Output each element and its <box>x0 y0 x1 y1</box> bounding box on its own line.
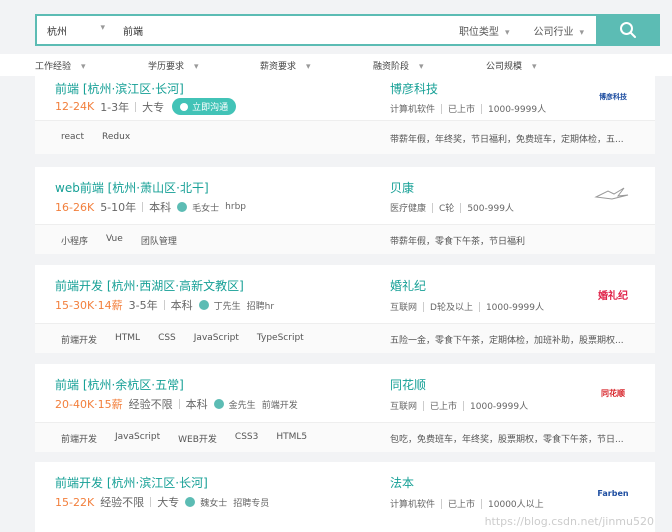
job-card[interactable]: 前端 [杭州·滨江区·长河] 12-24K 1-3年 大专 立即沟通 博彦科技 … <box>35 76 655 154</box>
city-value: 杭州 <box>47 26 67 38</box>
city-select[interactable]: 杭州 ▾ <box>37 23 115 38</box>
chevron-down-icon: ▾ <box>100 22 105 33</box>
company-logo[interactable]: 婚礼纪 <box>593 285 633 303</box>
hr-contact[interactable]: 金先生 前端开发 <box>213 398 298 411</box>
job-meta: 15-30K·14薪 3-5年 本科 丁先生 招聘hr <box>55 299 275 312</box>
salary: 16-26K <box>55 200 95 214</box>
job-title[interactable]: 前端 [杭州·余杭区·五常] <box>55 376 184 393</box>
job-meta: 20-40K·15薪 经验不限 本科 金先生 前端开发 <box>55 398 298 411</box>
chevron-down-icon: ▾ <box>306 62 311 72</box>
skill-tags: 前端开发 JavaScript WEB开发 CSS3 HTML5 <box>61 432 308 445</box>
benefits: 带薪年假，零食下午茶，节日福利 <box>390 237 526 247</box>
chat-icon <box>180 102 189 111</box>
job-title[interactable]: 前端开发 [杭州·滨江区·长河] <box>55 474 208 491</box>
company-info: 计算机软件 已上市 10000人以上 <box>390 498 544 510</box>
filter-company-size[interactable]: 公司规模 ▾ <box>486 59 537 72</box>
chevron-down-icon: ▾ <box>532 62 537 72</box>
skill-tags: 小程序 Vue 团队管理 <box>61 234 177 247</box>
avatar <box>177 202 188 212</box>
filter-salary[interactable]: 薪资要求 ▾ <box>260 59 311 72</box>
watermark: https://blog.csdn.net/jinmu520 <box>484 515 654 528</box>
chevron-down-icon: ▾ <box>419 62 424 72</box>
job-meta: 15-22K 经验不限 大专 魏女士 招聘专员 <box>55 495 270 510</box>
job-card[interactable]: web前端 [杭州·萧山区·北干] 16-26K 5-10年 本科 毛女士 hrb… <box>35 167 655 254</box>
avatar <box>213 399 224 409</box>
chevron-down-icon: ▾ <box>194 62 199 72</box>
job-title[interactable]: 前端开发 [杭州·西湖区·高新文教区] <box>55 277 244 294</box>
company-name[interactable]: 同花顺 <box>390 376 426 393</box>
company-name[interactable]: 贝康 <box>390 179 414 196</box>
filter-funding[interactable]: 融资阶段 ▾ <box>373 59 424 72</box>
hr-contact[interactable]: 毛女士 hrbp <box>177 201 246 214</box>
search-icon <box>620 22 636 38</box>
salary: 12-24K <box>55 100 95 113</box>
filter-row: 工作经验 ▾ 学历要求 ▾ 薪资要求 ▾ 融资阶段 ▾ 公司规模 ▾ <box>0 54 672 76</box>
bird-logo-icon <box>594 187 629 200</box>
company-logo[interactable]: 博彦科技 <box>593 88 633 106</box>
hr-contact[interactable]: 丁先生 招聘hr <box>198 299 274 312</box>
job-meta: 16-26K 5-10年 本科 毛女士 hrbp <box>55 200 247 215</box>
filter-experience[interactable]: 工作经验 ▾ <box>35 59 86 72</box>
skill-tags: 前端开发 HTML CSS JavaScript TypeScript <box>61 333 304 346</box>
benefits: 包吃，免费班车，年终奖，股票期权，零食下午茶，节日... <box>390 435 624 445</box>
company-logo[interactable]: 同花顺 <box>593 384 633 402</box>
chevron-down-icon: ▾ <box>579 27 584 38</box>
industry-dropdown[interactable]: 公司行业 ▾ <box>521 23 596 38</box>
job-card[interactable]: 前端开发 [杭州·西湖区·高新文教区] 15-30K·14薪 3-5年 本科 丁… <box>35 265 655 353</box>
job-card[interactable]: 前端 [杭州·余杭区·五常] 20-40K·15薪 经验不限 本科 金先生 前端开… <box>35 364 655 452</box>
company-info: 互联网 D轮及以上 1000-9999人 <box>390 301 545 313</box>
salary: 20-40K·15薪 <box>55 398 123 411</box>
job-meta: 12-24K 1-3年 大专 立即沟通 <box>55 98 237 115</box>
filter-education[interactable]: 学历要求 ▾ <box>148 59 199 72</box>
chevron-down-icon: ▾ <box>504 27 510 38</box>
search-bar: 杭州 ▾ 前端 职位类型 ▾ 公司行业 ▾ <box>35 14 660 46</box>
job-title[interactable]: 前端 [杭州·滨江区·长河] <box>55 80 184 97</box>
company-info: 计算机软件 已上市 1000-9999人 <box>390 103 547 115</box>
search-input[interactable]: 前端 <box>115 23 447 38</box>
avatar <box>198 300 209 310</box>
salary: 15-30K·14薪 <box>55 299 123 312</box>
hr-contact[interactable]: 魏女士 招聘专员 <box>185 496 269 509</box>
company-logo[interactable] <box>593 185 633 203</box>
company-logo[interactable]: Farben <box>593 484 633 502</box>
company-info: 医疗健康 C轮 500-999人 <box>390 202 514 214</box>
chevron-down-icon: ▾ <box>81 62 86 72</box>
skill-tags: react Redux <box>61 132 131 142</box>
search-button[interactable] <box>596 14 660 46</box>
avatar <box>185 497 196 507</box>
chat-now-button[interactable]: 立即沟通 <box>172 98 237 115</box>
position-type-dropdown[interactable]: 职位类型 ▾ <box>447 23 522 38</box>
salary: 15-22K <box>55 495 95 509</box>
benefits: 五险一金，零食下午茶，定期体检，加班补助，股票期权... <box>390 336 624 346</box>
job-title[interactable]: web前端 [杭州·萧山区·北干] <box>55 179 209 196</box>
benefits: 带薪年假，年终奖，节日福利，免费班车，定期体检，五... <box>390 135 624 145</box>
company-name[interactable]: 婚礼纪 <box>390 277 426 294</box>
company-name[interactable]: 法本 <box>390 474 414 491</box>
company-name[interactable]: 博彦科技 <box>390 80 438 97</box>
company-info: 互联网 已上市 1000-9999人 <box>390 400 529 412</box>
